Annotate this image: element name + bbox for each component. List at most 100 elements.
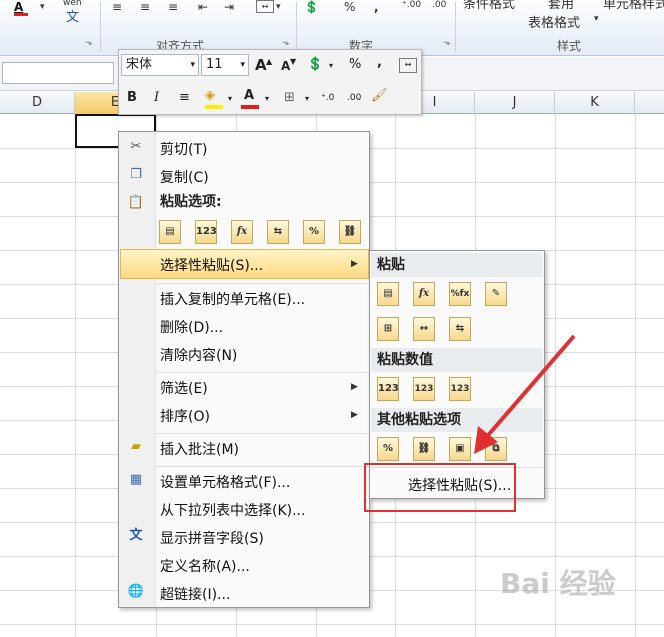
align-right-icon[interactable]: ≡ — [168, 0, 178, 14]
menu-item-show-phonetic[interactable]: 显示拼音字段(S) — [160, 528, 264, 548]
annotation-arrow — [474, 334, 576, 454]
grow-font-arrow-icon: ▲ — [266, 57, 273, 66]
context-menu: ✂ 剪切(T) ❐ 复制(C) 📋 粘贴选项: ▤ 123 fx ⇆ % ⛓ 选… — [118, 131, 370, 608]
fill-color-icon[interactable]: ◈ — [205, 86, 215, 106]
menu-item-pick-list[interactable]: 从下拉列表中选择(K)... — [160, 500, 305, 520]
dropdown-arrow-icon[interactable]: ▾ — [329, 56, 333, 76]
submenu-arrow-icon: ▶ — [351, 382, 358, 392]
font-color-bar — [14, 13, 28, 16]
dropdown-arrow-icon[interactable]: ▾ — [594, 14, 599, 24]
paste-formulas-icon[interactable]: fx — [231, 220, 253, 244]
percent-style-button[interactable]: % — [344, 0, 355, 14]
paste-no-borders-icon[interactable]: ⊞ — [377, 317, 399, 341]
increase-decimal-icon[interactable]: ⁺.00 — [402, 0, 421, 10]
paste-values-icon[interactable]: 123 — [195, 220, 217, 244]
decrease-decimal-icon[interactable]: .00 — [347, 88, 361, 108]
conditional-format-button[interactable]: 条件格式 — [463, 0, 515, 12]
dropdown-arrow-icon[interactable]: ▾ — [265, 89, 269, 109]
paste-keep-source-icon[interactable]: ✎ — [485, 282, 507, 306]
align-center-icon[interactable]: ≡ — [140, 0, 150, 14]
accounting-format-icon[interactable]: 💲 — [307, 55, 323, 75]
grow-font-button[interactable]: A — [255, 55, 267, 75]
font-name-combo[interactable]: 宋体 ▾ — [121, 54, 199, 76]
comma-style-button[interactable]: , — [377, 53, 382, 73]
grid-line — [75, 114, 76, 637]
paste-formatting-icon[interactable]: % — [377, 437, 399, 461]
table-format-button[interactable]: 表格格式 — [528, 12, 580, 31]
font-color-icon[interactable]: A — [14, 0, 23, 14]
paste-values-icon[interactable]: 123 — [377, 377, 399, 401]
column-header-j[interactable]: J — [475, 92, 555, 114]
paste-transpose-icon[interactable]: ⇆ — [267, 220, 289, 244]
font-size-combo[interactable]: 11 ▾ — [201, 54, 249, 76]
merge-center-icon[interactable]: ↔ — [256, 0, 274, 13]
ribbon-separator — [100, 2, 101, 52]
dialog-launcher-icon[interactable]: ⬎ — [85, 38, 93, 48]
comment-icon: ▰ — [131, 439, 141, 454]
bold-button[interactable]: B — [127, 88, 137, 108]
dropdown-arrow-icon[interactable]: ▾ — [276, 2, 281, 12]
dropdown-arrow-icon[interactable]: ▾ — [40, 2, 45, 12]
menu-item-format-cells[interactable]: 设置单元格格式(F)... — [160, 472, 290, 492]
dropdown-arrow-icon[interactable]: ▾ — [228, 89, 232, 109]
paste-link-icon[interactable]: ⛓ — [413, 437, 435, 461]
menu-item-filter[interactable]: 筛选(E) — [160, 378, 208, 398]
font-color-icon[interactable]: A — [244, 86, 254, 106]
paste-values-number-format-icon[interactable]: 123 — [413, 377, 435, 401]
shrink-font-arrow-icon: ▼ — [290, 57, 297, 66]
copy-icon: ❐ — [130, 167, 142, 182]
paste-link-icon[interactable]: ⛓ — [339, 220, 361, 244]
menu-separator — [155, 466, 369, 467]
menu-item-sort[interactable]: 排序(O) — [160, 406, 210, 426]
borders-icon[interactable]: ⊞ — [284, 88, 295, 108]
menu-item-insert-copied[interactable]: 插入复制的单元格(E)... — [160, 289, 305, 309]
menu-item-clear[interactable]: 清除内容(N) — [160, 345, 237, 365]
group-label-styles: 样式 — [557, 39, 582, 53]
ribbon-separator — [296, 2, 297, 52]
dropdown-arrow-icon[interactable]: ▾ — [190, 55, 195, 75]
ribbon: A ▾ wén 文 ⬎ ≡ ≡ ≡ ⇤ ⇥ ↔ ▾ 对齐方式 ⬎ 💲 % , ⁺… — [0, 0, 664, 56]
column-header-k[interactable]: K — [555, 92, 635, 114]
font-size-value: 11 — [206, 57, 223, 72]
menu-separator — [155, 283, 369, 284]
center-align-icon[interactable]: ≡ — [179, 88, 190, 108]
menu-item-delete[interactable]: 删除(D)... — [160, 317, 223, 337]
percent-style-button[interactable]: % — [349, 55, 361, 75]
dropdown-arrow-icon[interactable]: ▾ — [240, 55, 245, 75]
merge-center-icon[interactable]: ↔ — [399, 58, 417, 73]
decrease-decimal-icon[interactable]: .00 — [432, 0, 446, 10]
accounting-format-icon[interactable]: 💲 — [304, 0, 319, 14]
paste-formatting-icon[interactable]: % — [303, 220, 325, 244]
shrink-font-button[interactable]: A — [281, 56, 290, 76]
italic-button[interactable]: I — [154, 88, 159, 108]
apply-style-button[interactable]: 套用 — [548, 0, 574, 12]
paste-icon[interactable]: ▤ — [377, 282, 399, 306]
increase-decimal-icon[interactable]: ⁺.0 — [321, 88, 334, 108]
dialog-launcher-icon[interactable]: ⬎ — [282, 38, 290, 48]
highlight-box — [364, 463, 516, 512]
paste-options-header: 粘贴选项: — [160, 194, 222, 210]
paste-keep-width-icon[interactable]: ↔ — [413, 317, 435, 341]
menu-item-hyperlink[interactable]: 超链接(I)... — [160, 584, 230, 604]
phonetic-icon[interactable]: 文 — [66, 6, 79, 25]
comma-style-button[interactable]: , — [374, 0, 379, 14]
scissors-icon: ✂ — [130, 139, 142, 154]
menu-item-cut[interactable]: 剪切(T) — [160, 139, 207, 159]
paste-icon[interactable]: ▤ — [159, 220, 181, 244]
menu-item-insert-comment[interactable]: 插入批注(M) — [160, 439, 239, 459]
name-box[interactable] — [2, 62, 114, 84]
column-header-d[interactable]: D — [0, 92, 75, 114]
format-painter-icon[interactable]: 🖌 — [371, 86, 388, 106]
paste-formulas-icon[interactable]: fx — [413, 282, 435, 306]
dropdown-arrow-icon[interactable]: ▾ — [305, 89, 309, 109]
submenu-arrow-icon: ▶ — [351, 259, 358, 269]
align-left-icon[interactable]: ≡ — [112, 0, 122, 14]
paste-formulas-number-format-icon[interactable]: %fx — [449, 282, 471, 306]
dialog-launcher-icon[interactable]: ⬎ — [443, 38, 451, 48]
decrease-indent-icon[interactable]: ⇤ — [198, 0, 208, 14]
menu-item-define-name[interactable]: 定义名称(A)... — [160, 556, 250, 576]
menu-item-paste-special[interactable]: 选择性粘贴(S)... — [160, 255, 263, 275]
increase-indent-icon[interactable]: ⇥ — [224, 0, 234, 14]
menu-item-copy[interactable]: 复制(C) — [160, 167, 209, 187]
cell-styles-button[interactable]: 单元格样式 — [603, 0, 664, 12]
